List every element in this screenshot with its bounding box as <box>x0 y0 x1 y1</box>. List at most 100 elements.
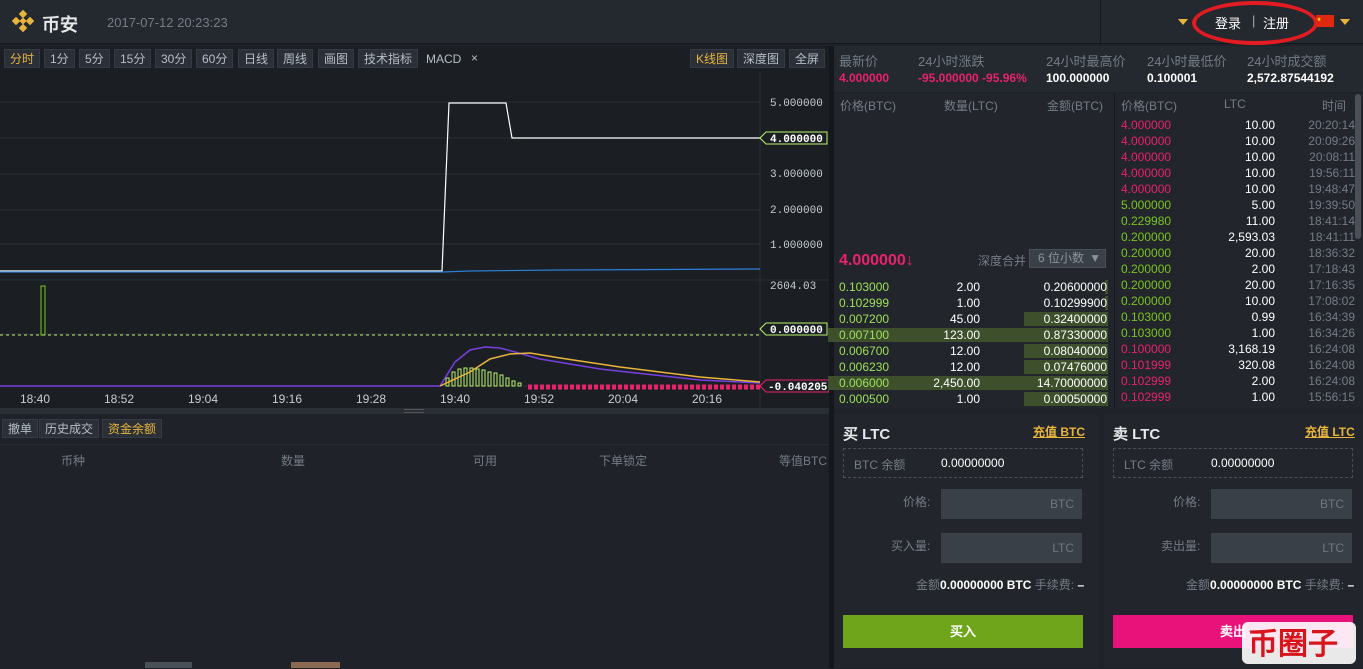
bid-price: 0.007100 <box>839 328 890 342</box>
binance-logo-icon[interactable] <box>12 10 34 32</box>
buy-qty-input[interactable]: LTC <box>941 533 1082 563</box>
bid-price: 0.006000 <box>839 376 890 390</box>
fullscreen-button[interactable]: 全屏 <box>789 49 826 68</box>
trade-row: 0.102999 1.00 15:56:15 <box>1115 389 1355 405</box>
draw-tool-button[interactable]: 画图 <box>318 49 355 68</box>
bid-qty: 2.00 <box>956 280 980 294</box>
bid-qty: 12.00 <box>949 360 980 374</box>
interval-tab[interactable]: 60分 <box>196 49 234 68</box>
buy-button[interactable]: 买入 <box>843 615 1083 648</box>
trade-qty: 1.00 <box>1251 390 1275 404</box>
interval-tab[interactable]: 1分 <box>44 49 75 68</box>
interval-tab[interactable]: 15分 <box>114 49 152 68</box>
depth-view-button[interactable]: 深度图 <box>737 49 786 68</box>
column-header: 可用 <box>473 454 498 468</box>
trade-price: 0.200000 <box>1121 230 1172 244</box>
trade-qty: 5.00 <box>1251 198 1275 212</box>
brand-name[interactable]: 币安 <box>42 11 78 37</box>
trade-row: 0.103000 0.99 16:34:39 <box>1115 309 1355 325</box>
red-annotation-ring <box>1192 1 1318 45</box>
depth-select[interactable]: 6 位小数 ▼ <box>1029 249 1106 268</box>
price-label: 价格: <box>903 495 931 509</box>
trade-qty: 0.99 <box>1251 310 1275 324</box>
trade-qty: 10.00 <box>1244 134 1275 148</box>
trade-time: 16:24:08 <box>1308 374 1355 388</box>
interval-tab[interactable]: 30分 <box>155 49 193 68</box>
trades-scrollbar[interactable] <box>1355 94 1361 239</box>
language-chevron-icon[interactable] <box>1340 19 1350 25</box>
trade-time: 16:34:26 <box>1308 326 1355 340</box>
order-book: 价格(BTC) 数量(LTC) 金额(BTC) 4.000000↓ 深度合并 6… <box>828 94 1114 408</box>
trade-qty: 11.00 <box>1245 214 1275 228</box>
indicator-button[interactable]: 技术指标 <box>358 49 419 68</box>
trade-time: 16:24:08 <box>1308 342 1355 356</box>
time-tick-label: 18:52 <box>104 392 134 406</box>
interval-tab[interactable]: 分时 <box>4 49 41 68</box>
trade-row: 0.101999 320.08 16:24:08 <box>1115 357 1355 373</box>
bid-row[interactable]: 0.006700 12.00 0.08040000 <box>834 343 1114 359</box>
time-tick-label: 20:16 <box>692 392 722 406</box>
chevron-down-icon[interactable] <box>1178 19 1188 25</box>
time-tick-label: 19:04 <box>188 392 218 406</box>
qty-label: 买入量: <box>891 539 931 553</box>
volume-tick-label: 2604.03 <box>770 281 816 293</box>
deposit-btc-link[interactable]: 充值 BTC <box>1033 423 1085 440</box>
bid-row[interactable]: 0.102999 1.00 0.10299900 <box>834 295 1114 311</box>
trade-history-tab[interactable]: 历史成交 <box>39 419 100 438</box>
bid-row[interactable]: 0.006000 2,450.00 14.70000000 <box>828 375 1114 391</box>
dropdown-triangle-icon: ▼ <box>1089 251 1101 265</box>
deposit-ltc-link[interactable]: 充值 LTC <box>1305 423 1355 440</box>
buy-form-title: 买 LTC <box>843 426 891 443</box>
volume-tag-label: 0.000000 <box>770 325 823 337</box>
close-indicator-icon[interactable]: × <box>471 51 478 65</box>
last-price: 4.000000↓ <box>839 252 914 269</box>
trade-qty: 20.00 <box>1244 246 1275 260</box>
sell-form-title: 卖 LTC <box>1113 426 1161 443</box>
buy-amount-fee: 金额0.00000000 BTC 手续费: – <box>916 578 1085 592</box>
bid-price: 0.006230 <box>839 360 890 374</box>
trade-time: 18:41:14 <box>1308 214 1355 228</box>
trade-price: 4.000000 <box>1121 134 1172 148</box>
bid-row[interactable]: 0.000500 1.00 0.00050000 <box>834 391 1114 407</box>
btc-balance-box: BTC 余额 0.00000000 <box>843 448 1083 478</box>
trade-qty: 10.00 <box>1244 182 1275 196</box>
ltc-balance-box: LTC 余额 0.00000000 <box>1113 448 1353 478</box>
sell-price-input[interactable]: BTC <box>1211 489 1352 519</box>
column-header: 价格(BTC) <box>840 99 896 113</box>
interval-tab[interactable]: 5分 <box>79 49 110 68</box>
latest-price: 4.000000 <box>839 71 890 85</box>
sell-qty-input[interactable]: LTC <box>1211 533 1352 563</box>
balance-value: 0.00000000 <box>1211 456 1275 470</box>
buy-form: 买 LTC 充值 BTC BTC 余额 0.00000000 价格: BTC 买… <box>834 414 1098 668</box>
svg-text:币圈子: 币圈子 <box>1248 627 1338 662</box>
bid-amount: 0.08040000 <box>1043 344 1107 358</box>
time-tick-label: 19:28 <box>356 392 386 406</box>
buy-price-input[interactable]: BTC <box>941 489 1082 519</box>
bid-row[interactable]: 0.007100 123.00 0.87330000 <box>828 327 1114 343</box>
interval-tab[interactable]: 日线 <box>238 49 275 68</box>
bid-row[interactable]: 0.103000 2.00 0.20600000 <box>834 279 1114 295</box>
bid-amount: 0.07476000 <box>1043 360 1107 374</box>
trade-price: 0.200000 <box>1121 262 1172 276</box>
cancel-orders-tab[interactable]: 撤单 <box>2 419 39 438</box>
trade-row: 0.200000 2,593.03 18:41:11 <box>1115 229 1355 245</box>
price-label: 价格: <box>1173 495 1201 509</box>
china-flag-icon[interactable] <box>1316 15 1334 27</box>
trade-price: 0.200000 <box>1121 278 1172 292</box>
trade-time: 20:09:26 <box>1308 134 1355 148</box>
trade-time: 16:24:08 <box>1308 358 1355 372</box>
macd-dif-line <box>0 346 761 387</box>
kline-view-button[interactable]: K线图 <box>690 49 735 68</box>
trade-row: 5.000000 5.00 19:39:50 <box>1115 197 1355 213</box>
column-header: 数量(LTC) <box>944 99 998 113</box>
bid-row[interactable]: 0.006230 12.00 0.07476000 <box>834 359 1114 375</box>
time-tick-label: 18:40 <box>20 392 50 406</box>
price-chart[interactable]: 5.000000 3.000000 2.000000 1.000000 4.00… <box>0 72 829 408</box>
24h-change: -95.000000 -95.96% <box>918 71 1027 85</box>
balances-tab[interactable]: 资金余额 <box>102 419 163 438</box>
trade-row: 0.229980 11.00 18:41:14 <box>1115 213 1355 229</box>
macd-histogram-up <box>445 367 522 387</box>
interval-tab[interactable]: 周线 <box>277 49 314 68</box>
trade-price: 4.000000 <box>1121 166 1172 180</box>
bid-row[interactable]: 0.007200 45.00 0.32400000 <box>834 311 1114 327</box>
